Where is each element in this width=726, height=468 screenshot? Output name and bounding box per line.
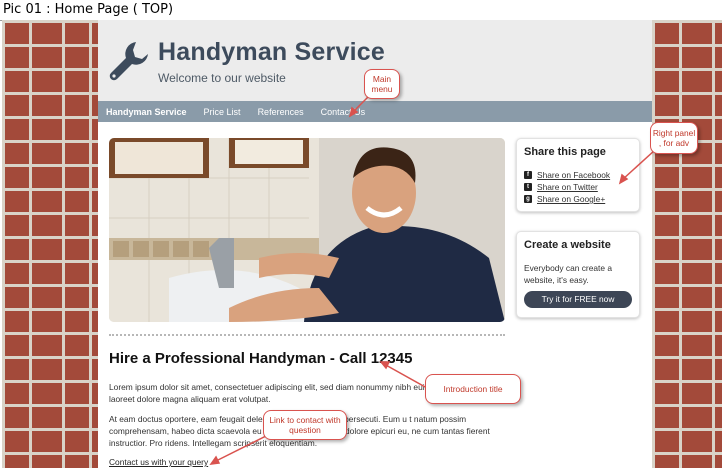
- google-plus-icon: g: [524, 195, 532, 203]
- site-subtitle: Welcome to our website: [158, 71, 286, 85]
- share-panel-title: Share this page: [524, 146, 606, 158]
- annotation-intro-title: Introduction title: [425, 374, 521, 404]
- share-twitter-link[interactable]: t Share on Twitter: [524, 182, 598, 192]
- intro-title: Hire a Professional Handyman - Call 1234…: [109, 350, 413, 367]
- twitter-icon: t: [524, 183, 532, 191]
- nav-item-contact-us[interactable]: Contact Us: [321, 107, 366, 117]
- share-twitter-label: Share on Twitter: [537, 182, 598, 192]
- create-website-panel: Create a website Everybody can create a …: [516, 231, 640, 318]
- annotation-contact-link: Link to contact with question: [263, 410, 347, 440]
- nav-item-handyman-service[interactable]: Handyman Service: [106, 107, 187, 117]
- create-website-title: Create a website: [524, 239, 611, 251]
- nav-item-references[interactable]: References: [258, 107, 304, 117]
- share-google-link[interactable]: g Share on Google+: [524, 194, 605, 204]
- brick-wall-left: [2, 20, 98, 468]
- main-menu: Handyman Service Price List References C…: [98, 101, 652, 122]
- share-google-label: Share on Google+: [537, 194, 606, 204]
- share-facebook-link[interactable]: f Share on Facebook: [524, 170, 610, 180]
- section-divider: [109, 334, 505, 336]
- annotation-main-menu: Main menu: [364, 69, 400, 99]
- nav-item-price-list[interactable]: Price List: [204, 107, 241, 117]
- facebook-icon: f: [524, 171, 532, 179]
- screenshot-caption: Pic 01 : Home Page ( TOP): [3, 2, 174, 17]
- wrench-icon: [108, 40, 150, 89]
- try-free-button[interactable]: Try it for FREE now: [524, 291, 632, 308]
- share-panel: Share this page f Share on Facebook t Sh…: [516, 138, 640, 212]
- contact-query-link[interactable]: Contact us with your query: [109, 457, 208, 467]
- hero-image: [109, 138, 505, 322]
- annotation-right-panel: Right panel , for adv: [650, 122, 698, 154]
- brick-wall-right: [652, 20, 722, 468]
- create-website-text: Everybody can create a website, it's eas…: [524, 263, 612, 285]
- share-facebook-label: Share on Facebook: [537, 170, 611, 180]
- site-title: Handyman Service: [158, 38, 385, 66]
